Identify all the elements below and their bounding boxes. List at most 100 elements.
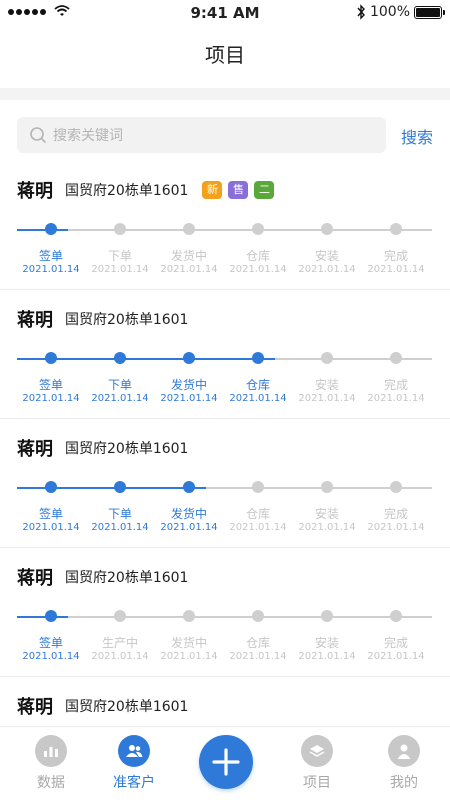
chart-icon — [35, 735, 67, 767]
battery-icon — [414, 6, 445, 19]
battery-percentage: 100% — [369, 4, 410, 20]
tag-sale-badge: 售 — [228, 181, 249, 199]
customer-name: 蒋明 — [17, 439, 53, 460]
stage-node — [390, 481, 402, 493]
project-address: 国贸府20栋单1601 — [65, 441, 189, 457]
stage-date: 2021.01.14 — [22, 651, 80, 662]
stage-label: 发货中 — [170, 378, 207, 392]
stage-node — [114, 610, 126, 622]
users-icon — [118, 735, 150, 767]
stage-node — [321, 223, 333, 235]
stage-label: 完成 — [383, 636, 408, 650]
stage-label: 下单 — [107, 378, 132, 392]
project-card[interactable]: 蒋明 国贸府20栋单1601 签单 2021.01.14 下单 2021.01.14 发货中… — [0, 419, 450, 548]
layers-icon — [301, 735, 333, 767]
project-card[interactable]: 蒋明 国贸府20栋单1601 签单 2021.01.14 下单 2021.01.14 发货中… — [0, 290, 450, 419]
stage-label: 签单 — [38, 507, 63, 521]
stage-date: 2021.01.14 — [298, 393, 356, 404]
tab-data-label: 数据 — [37, 775, 65, 791]
search-icon — [30, 127, 46, 143]
stage-node — [252, 481, 264, 493]
stage-date: 2021.01.14 — [91, 264, 149, 275]
stage-label: 完成 — [383, 378, 408, 392]
stage-node — [321, 610, 333, 622]
stage-label: 下单 — [107, 507, 132, 521]
stage-label: 仓库 — [245, 249, 270, 263]
stage-label: 发货中 — [170, 249, 207, 263]
stage-date: 2021.01.14 — [22, 522, 80, 533]
project-address: 国贸府20栋单1601 — [65, 699, 189, 715]
stage-date: 2021.01.14 — [91, 651, 149, 662]
progress-fill — [17, 616, 68, 618]
page-title: 项目 — [205, 43, 245, 67]
stage-node — [252, 223, 264, 235]
search-input[interactable]: 搜索关键词 — [17, 117, 386, 153]
stage-label: 仓库 — [245, 636, 270, 650]
stage-node — [321, 352, 333, 364]
customer-name: 蒋明 — [17, 697, 53, 718]
search-bar: 搜索关键词 搜索 — [0, 117, 450, 153]
stage-node — [45, 481, 57, 493]
project-list: 蒋明 国贸府20栋单1601 新售二签单 2021.01.14 下单 2021.01.14… — [0, 161, 450, 800]
nav-header: 项目 — [0, 26, 450, 88]
stage-node — [183, 481, 195, 493]
project-card[interactable]: 蒋明 国贸府20栋单1601 新售二签单 2021.01.14 下单 2021.01.14… — [0, 161, 450, 290]
stage-date: 2021.01.14 — [22, 264, 80, 275]
status-bar: 9:41 AM 100% — [0, 0, 450, 26]
stage-date: 2021.01.14 — [367, 264, 425, 275]
bluetooth-icon — [357, 4, 365, 20]
stage-node — [390, 352, 402, 364]
stage-date: 2021.01.14 — [160, 393, 218, 404]
progress-track — [17, 358, 432, 360]
tab-prospects[interactable]: 准客户 — [99, 735, 169, 792]
tab-mine[interactable]: 我的 — [369, 735, 439, 792]
project-address: 国贸府20栋单1601 — [65, 183, 189, 199]
user-icon — [388, 735, 420, 767]
stage-date: 2021.01.14 — [91, 393, 149, 404]
stage-date: 2021.01.14 — [298, 651, 356, 662]
stage-label: 完成 — [383, 507, 408, 521]
stage-date: 2021.01.14 — [160, 264, 218, 275]
stage-date: 2021.01.14 — [229, 393, 287, 404]
customer-name: 蒋明 — [17, 310, 53, 331]
stage-label: 安装 — [314, 636, 339, 650]
stage-date: 2021.01.14 — [298, 522, 356, 533]
stage-date: 2021.01.14 — [367, 651, 425, 662]
project-card-header: 蒋明 国贸府20栋单1601 — [17, 306, 202, 332]
stage-node — [114, 481, 126, 493]
stage-node — [114, 352, 126, 364]
project-card-header: 蒋明 国贸府20栋单1601 — [17, 564, 202, 590]
stage-date: 2021.01.14 — [367, 393, 425, 404]
stage-date: 2021.01.14 — [229, 651, 287, 662]
stage-node — [321, 481, 333, 493]
stage-label: 生产中 — [101, 636, 138, 650]
stage-node — [45, 610, 57, 622]
tag-new-badge: 新 — [202, 181, 223, 199]
tab-data[interactable]: 数据 — [16, 735, 86, 792]
stage-label: 安装 — [314, 378, 339, 392]
search-button[interactable]: 搜索 — [401, 124, 433, 148]
stage-date: 2021.01.14 — [298, 264, 356, 275]
stage-label: 签单 — [38, 636, 63, 650]
stage-node — [252, 610, 264, 622]
project-card[interactable]: 蒋明 国贸府20栋单1601 签单 2021.01.14 生产中 2021.01.14 发货… — [0, 548, 450, 677]
stage-node — [183, 610, 195, 622]
stage-node — [252, 352, 264, 364]
stage-label: 发货中 — [170, 636, 207, 650]
tab-projects-label: 项目 — [303, 775, 331, 791]
add-button[interactable] — [199, 735, 253, 789]
progress-fill — [17, 229, 68, 231]
stage-node — [114, 223, 126, 235]
project-card-header: 蒋明 国贸府20栋单1601 — [17, 693, 202, 719]
tab-projects[interactable]: 项目 — [282, 735, 352, 792]
project-address: 国贸府20栋单1601 — [65, 570, 189, 586]
stage-node — [390, 223, 402, 235]
stage-node — [45, 352, 57, 364]
stage-date: 2021.01.14 — [160, 522, 218, 533]
section-divider — [0, 88, 450, 100]
tab-prospects-label: 准客户 — [113, 775, 155, 791]
stage-date: 2021.01.14 — [22, 393, 80, 404]
stage-date: 2021.01.14 — [160, 651, 218, 662]
progress-track — [17, 229, 432, 231]
customer-name: 蒋明 — [17, 568, 53, 589]
